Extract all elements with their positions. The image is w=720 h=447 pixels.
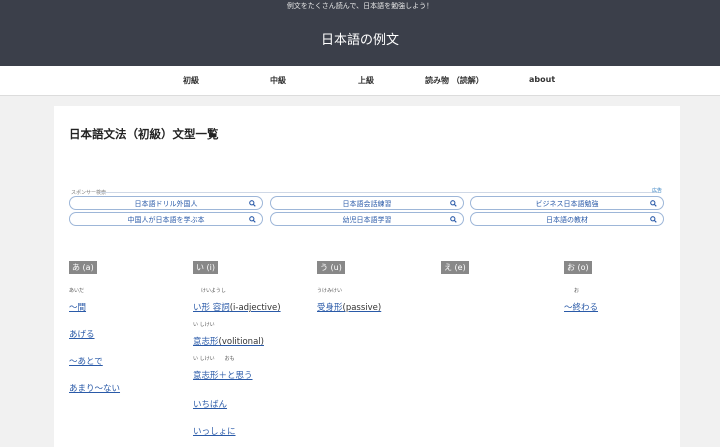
tagline: 例文をたくさん読んで、日本語を勉強しよう！ — [286, 2, 434, 10]
nav-item-intermediate[interactable]: 中級 — [270, 75, 286, 86]
sponsor-search-pill[interactable]: ビジネス日本語勉強 — [470, 196, 664, 210]
grammar-entry[interactable]: い しけい 意志形(volitional) — [193, 322, 264, 348]
sponsor-divider — [100, 192, 658, 193]
content-card: 日本語文法（初級）文型一覧 スポンサー検索 広告 日本語ドリル外国人 日本語会話… — [54, 106, 680, 447]
sponsor-search-pill[interactable]: 日本語の教材 — [470, 212, 664, 226]
nav-item-about[interactable]: about — [529, 75, 555, 84]
search-icon — [450, 200, 457, 207]
pill-label: ビジネス日本語勉強 — [535, 200, 599, 208]
furigana: あいだ — [69, 288, 85, 294]
entry-link[interactable]: 意志形＋と思う — [193, 371, 253, 381]
pill-label: 日本語の教材 — [546, 216, 588, 224]
nav-item-advanced[interactable]: 上級 — [358, 75, 374, 86]
pill-label: 日本語会話練習 — [342, 200, 392, 208]
grammar-entry[interactable]: いっしょに — [193, 412, 236, 438]
search-icon — [249, 200, 256, 207]
furigana — [193, 412, 236, 419]
sponsor-search-pill[interactable]: 幼児日本語学習 — [270, 212, 464, 226]
furigana: お — [574, 288, 580, 294]
entry-link[interactable]: あげる — [69, 330, 95, 340]
furigana: けいようし — [201, 288, 226, 294]
pill-label: 日本語ドリル外国人 — [134, 200, 198, 208]
search-icon — [650, 216, 657, 223]
entry-link[interactable]: 〜終わる — [564, 303, 598, 313]
sponsor-search-pill[interactable]: 中国人が日本語を学ぶ本 — [69, 212, 263, 226]
grammar-entry[interactable]: いちばん — [193, 385, 227, 411]
furigana: い しけい おも — [193, 356, 235, 362]
pill-label: 中国人が日本語を学ぶ本 — [127, 216, 205, 224]
column-heading-i: い (i) — [193, 261, 219, 274]
grammar-entry[interactable]: お 〜終わる — [564, 288, 598, 314]
search-icon — [249, 216, 256, 223]
page-title: 日本語文法（初級）文型一覧 — [69, 127, 219, 141]
sponsor-search-pill[interactable]: 日本語ドリル外国人 — [69, 196, 263, 210]
column-heading-e: え (e) — [441, 261, 469, 274]
entry-gloss: (passive) — [342, 303, 382, 313]
entry-link[interactable]: い形 容詞 — [193, 303, 230, 313]
column-heading-a: あ (a) — [69, 261, 97, 274]
sponsor-search-pill[interactable]: 日本語会話練習 — [270, 196, 464, 210]
grammar-entry[interactable]: あいだ 〜間 — [69, 288, 86, 314]
grammar-entry[interactable]: けいようし い形 容詞(i-adjective) — [193, 288, 281, 314]
furigana — [69, 315, 95, 322]
entry-link[interactable]: いっしょに — [193, 427, 236, 437]
column-heading-u: う (u) — [317, 261, 345, 274]
furigana: い しけい — [193, 322, 215, 328]
search-icon — [450, 216, 457, 223]
grammar-entry[interactable]: あまり〜ない — [69, 369, 120, 395]
entry-gloss: (i-adjective) — [229, 303, 281, 313]
column-heading-o: お (o) — [564, 261, 592, 274]
entry-link[interactable]: 〜あとで — [69, 357, 103, 367]
grammar-entry[interactable]: 〜あとで — [69, 342, 103, 368]
entry-gloss: (volitional) — [218, 337, 264, 347]
entry-link[interactable]: 〜間 — [69, 303, 86, 313]
furigana — [69, 342, 103, 349]
furigana: うけみけい — [317, 288, 343, 294]
nav-item-reading[interactable]: 読み物 （読解） — [425, 75, 484, 86]
pill-label: 幼児日本語学習 — [342, 216, 392, 224]
grammar-entry[interactable]: うけみけい 受身形(passive) — [317, 288, 381, 314]
entry-link[interactable]: 意志形 — [193, 337, 219, 347]
nav-item-beginner[interactable]: 初級 — [183, 75, 199, 86]
entry-link[interactable]: あまり〜ない — [69, 384, 120, 394]
site-header: 例文をたくさん読んで、日本語を勉強しよう！ 日本語の例文 — [0, 0, 720, 66]
search-icon — [650, 200, 657, 207]
site-title[interactable]: 日本語の例文 — [0, 29, 720, 48]
furigana — [69, 369, 120, 376]
grammar-entry[interactable]: い しけい おも 意志形＋と思う — [193, 356, 253, 382]
grammar-entry[interactable]: あげる — [69, 315, 95, 341]
furigana — [193, 385, 227, 392]
ad-label: 広告 — [652, 188, 663, 194]
main-nav: 初級 中級 上級 読み物 （読解） about — [0, 66, 720, 96]
entry-link[interactable]: 受身形 — [317, 303, 343, 313]
entry-link[interactable]: いちばん — [193, 400, 227, 410]
